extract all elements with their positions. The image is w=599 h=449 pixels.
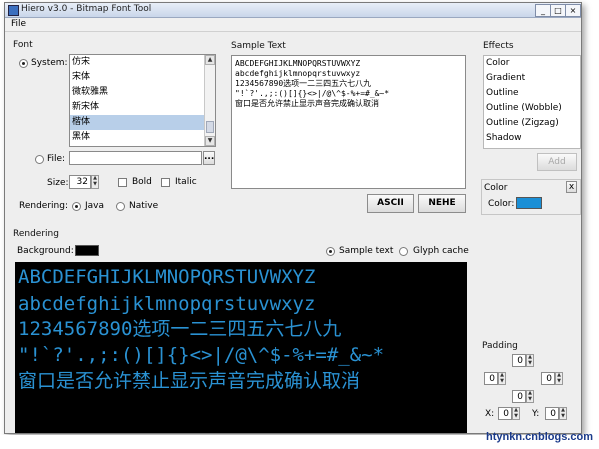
font-list-item[interactable]: 微软雅黑 bbox=[70, 85, 215, 100]
background-label: Background: bbox=[17, 246, 74, 256]
effect-item[interactable]: Color bbox=[484, 56, 580, 71]
window-title: Hiero v3.0 - Bitmap Font Tool bbox=[21, 4, 152, 14]
padding-top-field[interactable]: 0 bbox=[512, 354, 526, 367]
java-label: Java bbox=[85, 201, 105, 211]
effects-section-label: Effects bbox=[483, 41, 514, 51]
effect-item[interactable]: Outline bbox=[484, 86, 580, 101]
padding-x-field[interactable]: 0 bbox=[498, 407, 512, 420]
file-font-radio[interactable] bbox=[35, 155, 44, 164]
browse-button[interactable]: ... bbox=[203, 151, 215, 165]
preview-line: 1234567890选项一二三四五六七八九 bbox=[18, 318, 342, 340]
sample-section-label: Sample Text bbox=[231, 41, 286, 51]
rendering-label: Rendering: bbox=[19, 201, 68, 211]
padding-x-label: X: bbox=[485, 409, 495, 419]
padding-right-field[interactable]: 0 bbox=[541, 372, 555, 385]
font-section-label: Font bbox=[13, 40, 33, 50]
font-list-item[interactable]: 黑体 bbox=[70, 130, 215, 145]
color-panel-title: Color bbox=[484, 183, 508, 193]
scroll-up-icon[interactable]: ▲ bbox=[205, 55, 215, 65]
size-field[interactable]: 32 bbox=[69, 175, 91, 189]
effects-list[interactable]: Color Gradient Outline Outline (Wobble) … bbox=[483, 55, 581, 149]
effect-item[interactable]: Outline (Zigzag) bbox=[484, 116, 580, 131]
preview-line: ABCDEFGHIJKLMNOPQRSTUVWXYZ bbox=[18, 266, 316, 288]
system-font-radio[interactable] bbox=[19, 59, 28, 68]
scroll-thumb[interactable] bbox=[206, 121, 214, 133]
size-stepper[interactable]: ▲ ▼ bbox=[91, 175, 99, 189]
glyph-cache-label: Glyph cache bbox=[413, 246, 469, 256]
italic-label: Italic bbox=[175, 177, 197, 187]
add-effect-button[interactable]: Add bbox=[537, 153, 577, 171]
system-font-list[interactable]: 仿宋 宋体 微软雅黑 新宋体 楷体 黑体 ▲ ▼ bbox=[69, 54, 216, 147]
padding-left-stepper[interactable]: ▲ ▼ bbox=[498, 372, 506, 385]
bold-label: Bold bbox=[132, 177, 152, 187]
sample-line: ABCDEFGHIJKLMNOPQRSTUVWXYZ bbox=[235, 59, 361, 68]
watermark: htynkn.cnblogs.com bbox=[486, 431, 593, 443]
size-label: Size: bbox=[47, 178, 69, 188]
padding-bottom-field[interactable]: 0 bbox=[512, 390, 526, 403]
file-label: File: bbox=[47, 154, 66, 164]
preview-line: "!`?'.,;:()[]{}<>|/@\^$-%+=#_&~* bbox=[18, 344, 385, 366]
sample-line: abcdefghijklmnopqrstuvwxyz bbox=[235, 69, 361, 78]
glyph-cache-radio[interactable] bbox=[399, 247, 408, 256]
nehe-button[interactable]: NEHE bbox=[418, 194, 466, 213]
font-list-scrollbar[interactable]: ▲ ▼ bbox=[204, 55, 215, 146]
effect-item[interactable]: Outline (Wobble) bbox=[484, 101, 580, 116]
native-label: Native bbox=[129, 201, 159, 211]
maximize-button[interactable]: □ bbox=[550, 4, 566, 17]
padding-left-field[interactable]: 0 bbox=[484, 372, 498, 385]
rendering-section-label: Rendering bbox=[13, 229, 59, 239]
ascii-button[interactable]: ASCII bbox=[367, 194, 414, 213]
padding-top-stepper[interactable]: ▲ ▼ bbox=[526, 354, 534, 367]
app-window: Hiero v3.0 - Bitmap Font Tool _ □ × File… bbox=[4, 2, 582, 434]
padding-y-field[interactable]: 0 bbox=[545, 407, 559, 420]
minimize-button[interactable]: _ bbox=[535, 4, 551, 17]
sample-text-label: Sample text bbox=[339, 246, 394, 256]
menu-file[interactable]: File bbox=[11, 19, 26, 29]
preview-line: 窗口是否允许禁止显示声音完成确认取消 bbox=[18, 370, 361, 392]
italic-checkbox[interactable] bbox=[161, 178, 170, 187]
sample-text-area[interactable]: ABCDEFGHIJKLMNOPQRSTUVWXYZ abcdefghijklmn… bbox=[231, 55, 466, 189]
native-radio[interactable] bbox=[116, 202, 125, 211]
close-button[interactable]: × bbox=[565, 4, 581, 17]
padding-y-label: Y: bbox=[532, 409, 540, 419]
padding-bottom-stepper[interactable]: ▲ ▼ bbox=[526, 390, 534, 403]
sample-text-radio[interactable] bbox=[326, 247, 335, 256]
system-label: System: bbox=[31, 58, 68, 68]
effect-item[interactable]: Gradient bbox=[484, 71, 580, 86]
remove-effect-button[interactable]: x bbox=[566, 181, 577, 193]
sample-line: 1234567890选项一二三四五六七八九 bbox=[235, 79, 372, 88]
menu-bar: File bbox=[5, 18, 581, 32]
effect-item[interactable]: Shadow bbox=[484, 131, 580, 146]
padding-section-label: Padding bbox=[482, 341, 518, 351]
app-icon bbox=[8, 5, 19, 16]
java-radio[interactable] bbox=[72, 202, 81, 211]
bold-checkbox[interactable] bbox=[118, 178, 127, 187]
scroll-down-icon[interactable]: ▼ bbox=[205, 136, 215, 146]
color-label: Color: bbox=[488, 199, 515, 209]
padding-y-stepper[interactable]: ▲ ▼ bbox=[559, 407, 567, 420]
preview-line: abcdefghijklmnopqrstuvwxyz bbox=[18, 293, 316, 315]
sample-line: "!`?'.,;:()[]{}<>|/@\^$-%+=#_&~* bbox=[235, 89, 390, 98]
effect-color-swatch[interactable] bbox=[516, 197, 542, 209]
render-preview[interactable]: ABCDEFGHIJKLMNOPQRSTUVWXYZ abcdefghijklm… bbox=[15, 262, 467, 433]
padding-x-stepper[interactable]: ▲ ▼ bbox=[512, 407, 520, 420]
background-color-swatch[interactable] bbox=[75, 245, 99, 256]
title-bar[interactable]: Hiero v3.0 - Bitmap Font Tool _ □ × bbox=[5, 3, 581, 18]
font-list-item-selected[interactable]: 楷体 bbox=[70, 115, 215, 130]
font-list-item[interactable]: 仿宋 bbox=[70, 55, 215, 70]
padding-right-stepper[interactable]: ▲ ▼ bbox=[555, 372, 563, 385]
font-list-item[interactable]: 宋体 bbox=[70, 70, 215, 85]
file-path-field[interactable] bbox=[69, 151, 202, 165]
sample-line: 窗口是否允许禁止显示声音完成确认取消 bbox=[235, 99, 379, 108]
font-list-item[interactable]: 新宋体 bbox=[70, 100, 215, 115]
